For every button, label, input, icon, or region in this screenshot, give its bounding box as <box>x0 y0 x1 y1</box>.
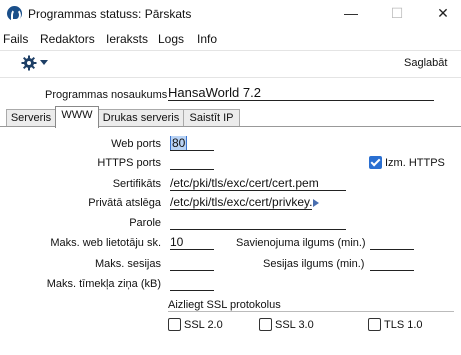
save-button[interactable]: Saglabāt <box>404 57 447 69</box>
use-https-checkbox[interactable] <box>369 156 382 169</box>
program-name-label: Programmas nosaukums <box>45 89 168 101</box>
tls10-label: TLS 1.0 <box>384 319 423 331</box>
https-port-field[interactable] <box>170 155 214 170</box>
private-key-label: Privātā atslēga <box>88 197 161 209</box>
maximize-button[interactable]: ☐ <box>386 4 408 22</box>
minimize-button[interactable]: — <box>340 4 362 22</box>
tab-serveris[interactable]: Serveris <box>6 109 56 127</box>
window-title: Programmas statuss: Pārskats <box>28 7 192 21</box>
certificate-field[interactable]: /etc/pki/tls/exc/cert/cert.pem <box>170 176 346 191</box>
certificate-label: Sertifikāts <box>112 178 161 190</box>
tab-www[interactable]: WWW <box>55 106 99 128</box>
ssl2-checkbox[interactable] <box>168 318 181 331</box>
session-length-field[interactable] <box>370 256 414 271</box>
max-sessions-field[interactable] <box>170 256 214 271</box>
max-sessions-label: Maks. sesijas <box>94 258 161 270</box>
menu-ieraksts[interactable]: Ieraksts <box>106 32 148 46</box>
connection-length-field[interactable] <box>370 235 414 250</box>
tab-saistit-ip[interactable]: Saistīt IP <box>183 109 240 127</box>
private-key-field[interactable]: /etc/pki/tls/exc/cert/privkey. <box>170 195 312 210</box>
tab-drukas-serveris[interactable]: Drukas serveris <box>98 109 184 127</box>
chevron-down-icon[interactable] <box>40 60 48 65</box>
web-port-field[interactable]: 80 <box>170 136 214 151</box>
toolbar-divider <box>0 50 461 51</box>
title-bar: Programmas statuss: Pārskats — ☐ ✕ <box>0 0 461 28</box>
max-web-users-label: Maks. web lietotāju sk. <box>50 237 161 249</box>
menu-info[interactable]: Info <box>197 32 217 46</box>
password-field[interactable] <box>170 215 346 230</box>
tls10-checkbox[interactable] <box>368 318 381 331</box>
https-port-label: HTTPS ports <box>97 157 161 169</box>
ssl-group-label: Aizliegt SSL protokolus <box>168 299 285 311</box>
web-port-label: Web ports <box>111 138 161 150</box>
app-logo-icon <box>7 6 22 21</box>
menu-fails[interactable]: Fails <box>3 32 28 46</box>
ssl3-label: SSL 3.0 <box>275 319 314 331</box>
max-web-users-field[interactable]: 10 <box>170 235 214 250</box>
use-https-label: Izm. HTTPS <box>385 157 445 169</box>
gear-icon[interactable] <box>21 55 37 71</box>
toolbar-bottom-divider <box>0 77 461 78</box>
max-message-field[interactable] <box>170 276 214 291</box>
ssl3-checkbox[interactable] <box>259 318 272 331</box>
menu-logs[interactable]: Logs <box>158 32 184 46</box>
connection-length-label: Savienojuma ilgums (min.) <box>236 237 366 249</box>
menu-redaktors[interactable]: Redaktors <box>40 32 95 46</box>
expand-arrow-icon[interactable] <box>313 199 319 207</box>
web-port-value: 80 <box>170 136 188 150</box>
ssl2-label: SSL 2.0 <box>184 319 223 331</box>
max-message-label: Maks. tīmekļa ziņa (kB) <box>46 278 161 290</box>
password-label: Parole <box>129 217 161 229</box>
session-length-label: Sesijas ilgums (min.) <box>263 258 365 270</box>
close-button[interactable]: ✕ <box>432 4 454 22</box>
program-name-field[interactable]: HansaWorld 7.2 <box>168 86 434 101</box>
